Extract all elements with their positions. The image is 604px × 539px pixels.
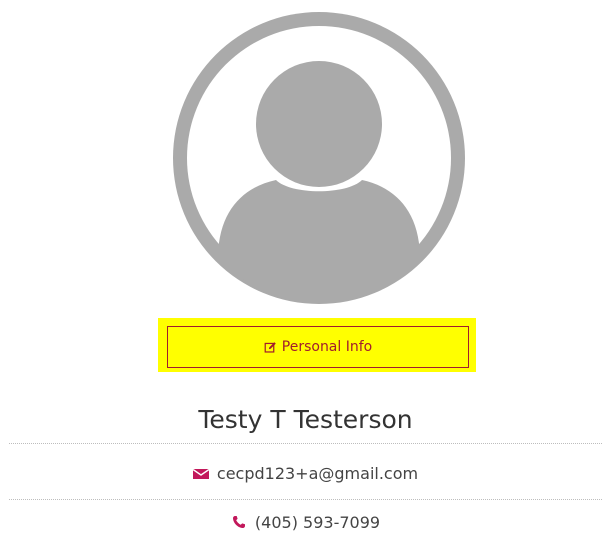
personal-info-label: Personal Info	[281, 339, 373, 355]
personal-info-button[interactable]: Personal Info	[167, 326, 469, 368]
envelope-icon	[192, 466, 209, 482]
phone-icon	[231, 514, 247, 530]
edit-icon	[264, 340, 278, 354]
profile-email-row: cecpd123+a@gmail.com	[9, 448, 602, 500]
profile-name: Testy T Testerson	[198, 405, 413, 434]
profile-phone-row: (405) 593-7099	[9, 505, 602, 539]
profile-card: Personal Info Testy T Testerson cecpd123…	[0, 0, 604, 537]
profile-phone: (405) 593-7099	[254, 512, 381, 532]
default-user-avatar-icon	[171, 10, 467, 306]
profile-email: cecpd123+a@gmail.com	[216, 464, 419, 483]
profile-name-row: Testy T Testerson	[9, 404, 602, 444]
